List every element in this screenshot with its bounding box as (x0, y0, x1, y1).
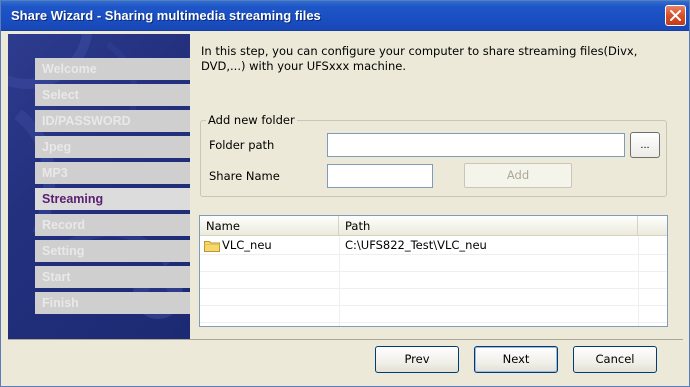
close-icon (670, 10, 681, 21)
step-mp3: MP3 (35, 162, 190, 184)
folder-path-input[interactable] (327, 133, 625, 157)
row-name: VLC_neu (222, 238, 272, 252)
wizard-sidebar: Welcome Select ID/PASSWORD Jpeg MP3 Stre… (8, 34, 190, 340)
step-select: Select (35, 84, 190, 106)
table-row[interactable]: VLC_neu C:\UFS822_Test\VLC_neu (200, 237, 667, 254)
list-header: Name Path (200, 216, 667, 236)
wizard-window: Share Wizard - Sharing multimedia stream… (0, 0, 690, 387)
share-name-input[interactable] (327, 164, 433, 188)
add-folder-group (200, 120, 667, 197)
folder-list[interactable]: Name Path VLC_neu C:\UFS822_Test\VLC_neu (199, 215, 668, 327)
step-start: Start (35, 266, 190, 288)
title-bar: Share Wizard - Sharing multimedia stream… (1, 1, 689, 31)
browse-button[interactable]: ... (630, 132, 660, 158)
share-name-label: Share Name (209, 169, 280, 183)
step-record: Record (35, 214, 190, 236)
intro-text: In this step, you can configure your com… (201, 44, 638, 73)
step-id-password: ID/PASSWORD (35, 110, 190, 132)
footer-divider (8, 339, 683, 340)
grid-line (200, 271, 667, 272)
grid-line (200, 305, 667, 306)
grid-line (200, 322, 667, 323)
wizard-steps: Welcome Select ID/PASSWORD Jpeg MP3 Stre… (35, 58, 190, 318)
group-legend: Add new folder (206, 113, 297, 127)
step-finish: Finish (35, 292, 190, 314)
step-jpeg: Jpeg (35, 136, 190, 158)
step-setting: Setting (35, 240, 190, 262)
window-title: Share Wizard - Sharing multimedia stream… (11, 8, 321, 23)
add-button[interactable]: Add (464, 163, 572, 188)
grid-line (200, 254, 667, 255)
column-path[interactable]: Path (339, 216, 638, 236)
column-name[interactable]: Name (200, 216, 339, 236)
grid-line (200, 288, 667, 289)
step-streaming: Streaming (35, 188, 190, 210)
row-path: C:\UFS822_Test\VLC_neu (345, 238, 487, 252)
next-button[interactable]: Next (474, 346, 558, 373)
folder-path-label: Folder path (209, 138, 275, 152)
close-button[interactable] (665, 5, 686, 26)
cancel-button[interactable]: Cancel (573, 346, 657, 373)
step-welcome: Welcome (35, 58, 190, 80)
folder-icon (204, 241, 220, 252)
prev-button[interactable]: Prev (375, 346, 459, 373)
